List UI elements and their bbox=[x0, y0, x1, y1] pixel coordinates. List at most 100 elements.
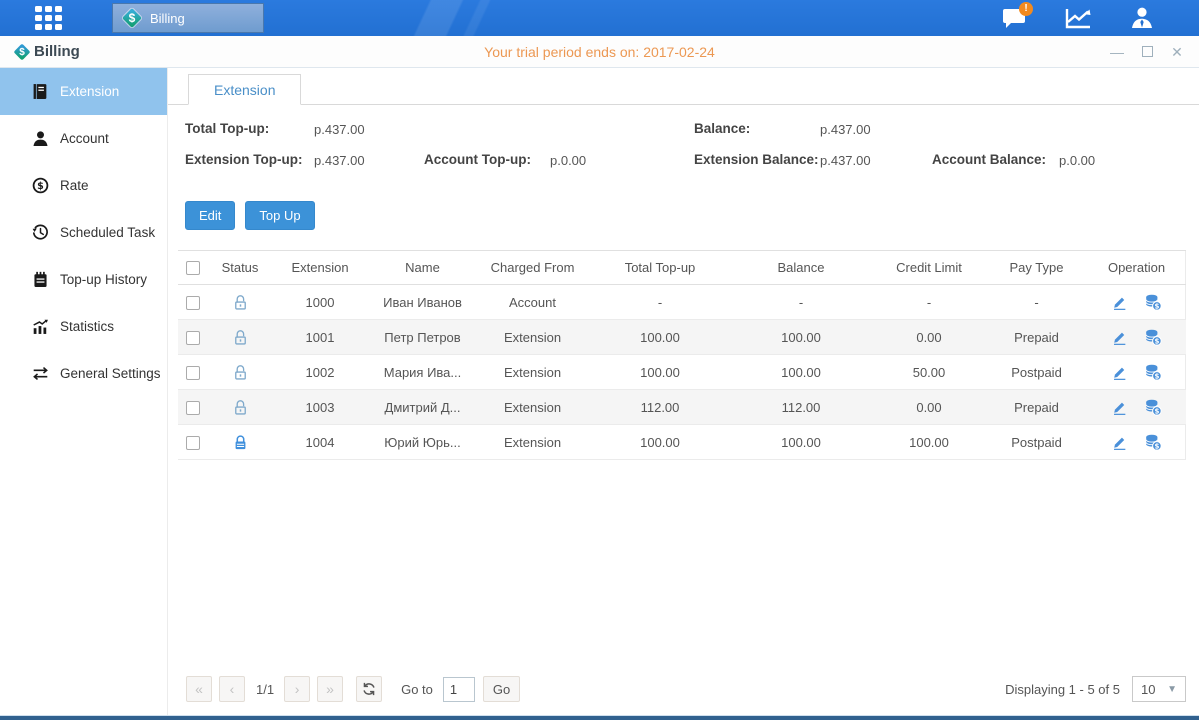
table-header-row: Status Extension Name Charged From Total… bbox=[178, 251, 1186, 285]
edit-button[interactable]: Edit bbox=[185, 201, 235, 230]
user-button[interactable] bbox=[1125, 3, 1159, 33]
sidebar-item-scheduled-task[interactable]: Scheduled Task bbox=[0, 209, 167, 256]
name-cell: Юрий Юрь... bbox=[370, 425, 475, 460]
row-checkbox[interactable] bbox=[186, 401, 200, 415]
goto-label: Go to bbox=[401, 682, 433, 697]
select-all-checkbox[interactable] bbox=[186, 261, 200, 275]
pay-type-cell: Prepaid bbox=[986, 320, 1087, 355]
sidebar-item-statistics[interactable]: Statistics bbox=[0, 303, 167, 350]
svg-text:$: $ bbox=[37, 181, 44, 192]
total-topup-value: p.437.00 bbox=[314, 122, 365, 137]
next-page-button[interactable]: › bbox=[284, 676, 310, 702]
edit-row-icon[interactable] bbox=[1111, 433, 1128, 450]
account-topup-label: Account Top-up: bbox=[424, 152, 531, 167]
balance-cell: 100.00 bbox=[730, 425, 872, 460]
name-cell: Дмитрий Д... bbox=[370, 390, 475, 425]
col-operation: Operation bbox=[1087, 251, 1186, 285]
topup-row-icon[interactable]: $ bbox=[1144, 328, 1162, 346]
user-icon bbox=[1129, 5, 1155, 31]
prev-page-button[interactable]: ‹ bbox=[219, 676, 245, 702]
edit-row-icon[interactable] bbox=[1111, 328, 1128, 345]
svg-text:$: $ bbox=[1154, 372, 1159, 380]
row-checkbox[interactable] bbox=[186, 331, 200, 345]
topup-row-icon[interactable]: $ bbox=[1144, 293, 1162, 311]
status-unlocked-icon bbox=[232, 398, 249, 413]
topup-row-icon[interactable]: $ bbox=[1144, 398, 1162, 416]
sidebar-item-account[interactable]: Account bbox=[0, 115, 167, 162]
first-page-button[interactable]: « bbox=[186, 676, 212, 702]
topup-row-icon[interactable]: $ bbox=[1144, 433, 1162, 451]
sidebar-item-label: Statistics bbox=[60, 319, 114, 334]
messages-button[interactable]: ! bbox=[997, 3, 1031, 33]
edit-row-icon[interactable] bbox=[1111, 293, 1128, 310]
charged-from-cell: Extension bbox=[475, 320, 590, 355]
credit-limit-cell: 50.00 bbox=[872, 355, 986, 390]
go-button[interactable]: Go bbox=[483, 676, 520, 702]
maximize-icon[interactable] bbox=[1142, 46, 1153, 57]
pagination-footer: « ‹ 1/1 › » Go to Go Displaying 1 - 5 of… bbox=[186, 675, 1186, 703]
table-row: 1003Дмитрий Д...Extension112.00112.000.0… bbox=[178, 390, 1186, 425]
sidebar-item-label: Extension bbox=[60, 84, 119, 99]
extension-cell: 1004 bbox=[270, 425, 370, 460]
notification-badge: ! bbox=[1019, 2, 1033, 16]
pay-type-cell: Prepaid bbox=[986, 390, 1087, 425]
billing-app-tab[interactable]: $ Billing bbox=[112, 3, 264, 33]
window-titlebar: $ Billing Your trial period ends on: 201… bbox=[0, 36, 1199, 68]
table-row: 1000Иван ИвановAccount----$ bbox=[178, 285, 1186, 320]
close-icon[interactable]: ✕ bbox=[1169, 44, 1185, 61]
topup-row-icon[interactable]: $ bbox=[1144, 363, 1162, 381]
account-balance-label: Account Balance: bbox=[932, 152, 1046, 167]
sidebar: Extension Account $ Rate Scheduled Task … bbox=[0, 68, 168, 715]
refresh-button[interactable] bbox=[356, 676, 382, 702]
balance-cell: - bbox=[730, 285, 872, 320]
total-topup-cell: 100.00 bbox=[590, 320, 730, 355]
edit-row-icon[interactable] bbox=[1111, 363, 1128, 380]
row-checkbox[interactable] bbox=[186, 436, 200, 450]
edit-row-icon[interactable] bbox=[1111, 398, 1128, 415]
window-bottom-edge bbox=[0, 715, 1199, 720]
page-size-value: 10 bbox=[1141, 682, 1155, 697]
total-topup-cell: 100.00 bbox=[590, 355, 730, 390]
col-extension: Extension bbox=[270, 251, 370, 285]
charged-from-cell: Account bbox=[475, 285, 590, 320]
statistics-bars-icon bbox=[31, 318, 49, 336]
goto-page-input[interactable] bbox=[443, 677, 475, 702]
topbar: $ Billing ! bbox=[0, 0, 1199, 36]
sidebar-item-label: General Settings bbox=[60, 366, 161, 381]
credit-limit-cell: 0.00 bbox=[872, 390, 986, 425]
balance-cell: 100.00 bbox=[730, 320, 872, 355]
pay-type-cell: - bbox=[986, 285, 1087, 320]
status-locked-icon bbox=[232, 433, 249, 448]
status-unlocked-icon bbox=[232, 363, 249, 378]
tab-extension[interactable]: Extension bbox=[188, 74, 301, 105]
col-name: Name bbox=[370, 251, 475, 285]
sidebar-item-label: Rate bbox=[60, 178, 89, 193]
extension-cell: 1002 bbox=[270, 355, 370, 390]
row-checkbox[interactable] bbox=[186, 296, 200, 310]
minimize-icon[interactable]: — bbox=[1109, 44, 1125, 60]
main-content: Extension Total Top-up: p.437.00 Balance… bbox=[168, 68, 1199, 715]
balance-value: p.437.00 bbox=[820, 122, 871, 137]
line-chart-icon bbox=[1064, 6, 1092, 30]
billing-summary: Total Top-up: p.437.00 Balance: p.437.00… bbox=[168, 121, 1199, 187]
top-up-button[interactable]: Top Up bbox=[245, 201, 314, 230]
tabstrip: Extension bbox=[168, 71, 1199, 105]
general-settings-sliders-icon bbox=[31, 365, 49, 383]
sidebar-item-rate[interactable]: $ Rate bbox=[0, 162, 167, 209]
chevron-down-icon: ▼ bbox=[1167, 684, 1177, 695]
svg-text:$: $ bbox=[1154, 407, 1159, 415]
sidebar-item-extension[interactable]: Extension bbox=[0, 68, 167, 115]
extension-table-body: 1000Иван ИвановAccount----$1001Петр Петр… bbox=[178, 285, 1186, 460]
apps-grid-icon[interactable] bbox=[35, 6, 71, 30]
row-checkbox[interactable] bbox=[186, 366, 200, 380]
charged-from-cell: Extension bbox=[475, 390, 590, 425]
page-size-select[interactable]: 10 ▼ bbox=[1132, 676, 1186, 702]
col-credit-limit: Credit Limit bbox=[872, 251, 986, 285]
statistics-button[interactable] bbox=[1061, 3, 1095, 33]
last-page-button[interactable]: » bbox=[317, 676, 343, 702]
billing-diamond-icon: $ bbox=[123, 9, 141, 27]
billing-app-tab-label: Billing bbox=[150, 11, 185, 26]
sidebar-item-general-settings[interactable]: General Settings bbox=[0, 350, 167, 397]
pay-type-cell: Postpaid bbox=[986, 355, 1087, 390]
sidebar-item-topup-history[interactable]: Top-up History bbox=[0, 256, 167, 303]
